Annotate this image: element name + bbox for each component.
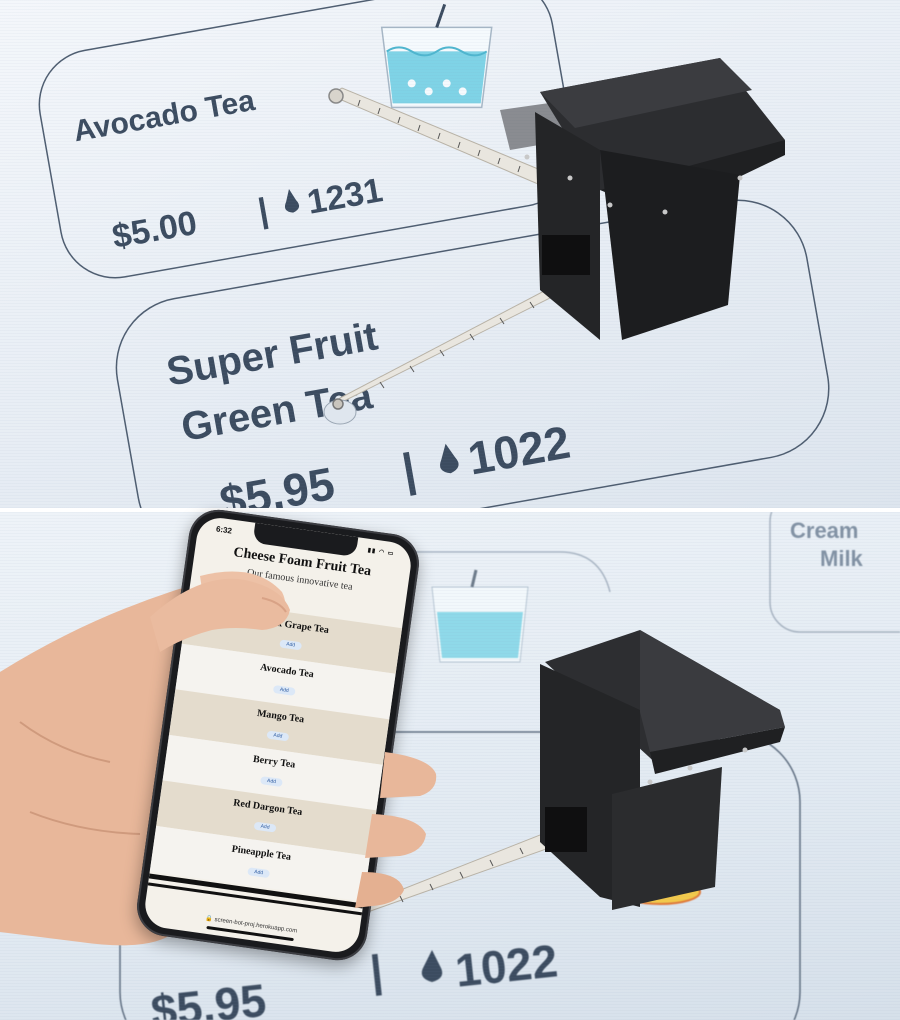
screen-robot — [500, 58, 785, 340]
thumb — [150, 578, 290, 652]
top-photo: Avocado Tea $5.00 | 1231 Super Fruit Gre… — [0, 0, 900, 508]
